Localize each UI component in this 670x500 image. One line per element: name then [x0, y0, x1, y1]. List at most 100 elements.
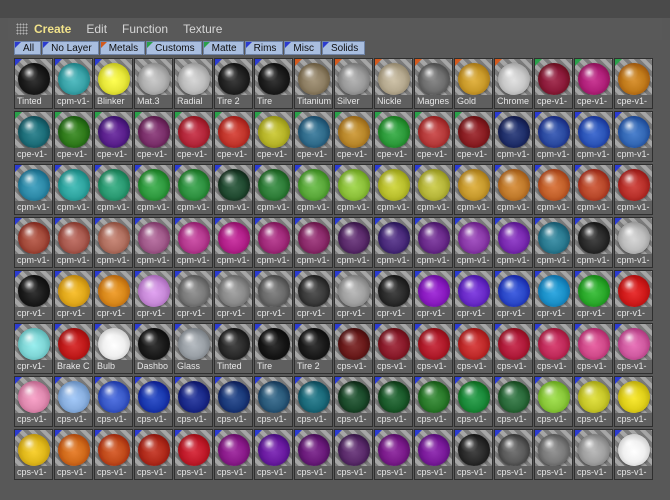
- material-tile[interactable]: cpm-v1-: [614, 217, 653, 268]
- material-tile[interactable]: cps-v1-: [574, 376, 613, 427]
- material-tile[interactable]: cpm-v1-: [14, 217, 53, 268]
- material-tile[interactable]: cps-v1-: [334, 429, 373, 480]
- material-tile[interactable]: Nickle: [374, 58, 413, 109]
- material-tile[interactable]: cps-v1-: [374, 323, 413, 374]
- material-tile[interactable]: Brake C: [54, 323, 93, 374]
- material-tile[interactable]: cps-v1-: [214, 376, 253, 427]
- material-tile[interactable]: cpe-v1-: [94, 111, 133, 162]
- menu-texture[interactable]: Texture: [183, 22, 222, 36]
- material-tile[interactable]: cps-v1-: [254, 429, 293, 480]
- material-tile[interactable]: cpm-v1-: [574, 111, 613, 162]
- material-tile[interactable]: cpm-v1-: [294, 217, 333, 268]
- material-tile[interactable]: cpm-v1-: [614, 111, 653, 162]
- material-tile[interactable]: cpr-v1-: [14, 323, 53, 374]
- material-tile[interactable]: cpr-v1-: [614, 270, 653, 321]
- filter-tab-matte[interactable]: Matte: [202, 41, 244, 55]
- material-tile[interactable]: cpr-v1-: [54, 270, 93, 321]
- material-tile[interactable]: cps-v1-: [14, 429, 53, 480]
- material-tile[interactable]: cpr-v1-: [294, 270, 333, 321]
- material-tile[interactable]: cpm-v1-: [214, 217, 253, 268]
- filter-tab-metals[interactable]: Metals: [99, 41, 146, 55]
- material-tile[interactable]: cpr-v1-: [14, 270, 53, 321]
- material-tile[interactable]: cpm-v1-: [414, 164, 453, 215]
- material-tile[interactable]: Bulb: [94, 323, 133, 374]
- material-tile[interactable]: cps-v1-: [54, 429, 93, 480]
- material-tile[interactable]: cps-v1-: [94, 429, 133, 480]
- material-tile[interactable]: cps-v1-: [414, 429, 453, 480]
- menu-create[interactable]: Create: [34, 22, 71, 36]
- material-tile[interactable]: cpm-v1-: [94, 164, 133, 215]
- material-tile[interactable]: Tire 2: [214, 58, 253, 109]
- material-tile[interactable]: cps-v1-: [614, 429, 653, 480]
- material-tile[interactable]: Tinted: [14, 58, 53, 109]
- material-tile[interactable]: cps-v1-: [414, 376, 453, 427]
- material-tile[interactable]: cpm-v1-: [534, 111, 573, 162]
- material-tile[interactable]: cpm-v1-: [54, 58, 93, 109]
- material-tile[interactable]: Magnes: [414, 58, 453, 109]
- material-tile[interactable]: cpm-v1-: [414, 217, 453, 268]
- material-tile[interactable]: cpe-v1-: [294, 111, 333, 162]
- material-tile[interactable]: Tire 2: [294, 323, 333, 374]
- material-tile[interactable]: cpe-v1-: [574, 58, 613, 109]
- material-tile[interactable]: cps-v1-: [574, 323, 613, 374]
- material-tile[interactable]: cpr-v1-: [254, 270, 293, 321]
- material-tile[interactable]: cpr-v1-: [454, 270, 493, 321]
- material-tile[interactable]: Tinted: [214, 323, 253, 374]
- material-tile[interactable]: cps-v1-: [294, 429, 333, 480]
- material-tile[interactable]: cps-v1-: [294, 376, 333, 427]
- material-tile[interactable]: cpe-v1-: [54, 111, 93, 162]
- material-tile[interactable]: cps-v1-: [494, 429, 533, 480]
- material-tile[interactable]: cpr-v1-: [134, 270, 173, 321]
- material-tile[interactable]: cpe-v1-: [414, 111, 453, 162]
- material-tile[interactable]: cpm-v1-: [254, 164, 293, 215]
- material-tile[interactable]: cpm-v1-: [254, 217, 293, 268]
- material-tile[interactable]: cps-v1-: [374, 376, 413, 427]
- material-tile[interactable]: cpm-v1-: [534, 217, 573, 268]
- material-tile[interactable]: cps-v1-: [454, 376, 493, 427]
- material-tile[interactable]: Glass: [174, 323, 213, 374]
- material-tile[interactable]: cps-v1-: [254, 376, 293, 427]
- material-tile[interactable]: cps-v1-: [94, 376, 133, 427]
- material-tile[interactable]: Mat.3: [134, 58, 173, 109]
- material-tile[interactable]: Titanium: [294, 58, 333, 109]
- material-tile[interactable]: cpr-v1-: [334, 270, 373, 321]
- material-tile[interactable]: cpm-v1-: [54, 164, 93, 215]
- grip-icon[interactable]: [16, 23, 28, 35]
- material-tile[interactable]: cps-v1-: [454, 429, 493, 480]
- material-tile[interactable]: cps-v1-: [494, 323, 533, 374]
- material-tile[interactable]: cpr-v1-: [414, 270, 453, 321]
- material-tile[interactable]: cpm-v1-: [494, 164, 533, 215]
- material-tile[interactable]: cps-v1-: [334, 323, 373, 374]
- material-tile[interactable]: cpr-v1-: [94, 270, 133, 321]
- material-tile[interactable]: cpe-v1-: [534, 58, 573, 109]
- material-tile[interactable]: Blinker: [94, 58, 133, 109]
- material-tile[interactable]: cps-v1-: [214, 429, 253, 480]
- material-tile[interactable]: cps-v1-: [534, 323, 573, 374]
- material-tile[interactable]: cpe-v1-: [14, 111, 53, 162]
- material-tile[interactable]: cps-v1-: [334, 376, 373, 427]
- material-tile[interactable]: cps-v1-: [534, 429, 573, 480]
- material-tile[interactable]: cps-v1-: [14, 376, 53, 427]
- material-tile[interactable]: cps-v1-: [134, 376, 173, 427]
- material-tile[interactable]: cpm-v1-: [94, 217, 133, 268]
- filter-tab-solids[interactable]: Solids: [321, 41, 366, 55]
- material-tile[interactable]: cpm-v1-: [334, 217, 373, 268]
- material-tile[interactable]: cpe-v1-: [334, 111, 373, 162]
- material-tile[interactable]: cpm-v1-: [174, 164, 213, 215]
- material-tile[interactable]: cpm-v1-: [374, 217, 413, 268]
- material-tile[interactable]: cpm-v1-: [454, 164, 493, 215]
- material-tile[interactable]: cpm-v1-: [574, 217, 613, 268]
- material-tile[interactable]: cps-v1-: [574, 429, 613, 480]
- material-tile[interactable]: Tire: [254, 323, 293, 374]
- material-tile[interactable]: cps-v1-: [614, 323, 653, 374]
- material-tile[interactable]: Dashbo: [134, 323, 173, 374]
- material-tile[interactable]: Chrome: [494, 58, 533, 109]
- filter-tab-customs[interactable]: Customs: [146, 41, 202, 55]
- material-tile[interactable]: cpr-v1-: [174, 270, 213, 321]
- filter-tab-misc[interactable]: Misc: [284, 41, 321, 55]
- material-tile[interactable]: cpr-v1-: [574, 270, 613, 321]
- material-tile[interactable]: cps-v1-: [454, 323, 493, 374]
- material-tile[interactable]: cpr-v1-: [214, 270, 253, 321]
- material-tile[interactable]: cps-v1-: [374, 429, 413, 480]
- material-tile[interactable]: cps-v1-: [174, 429, 213, 480]
